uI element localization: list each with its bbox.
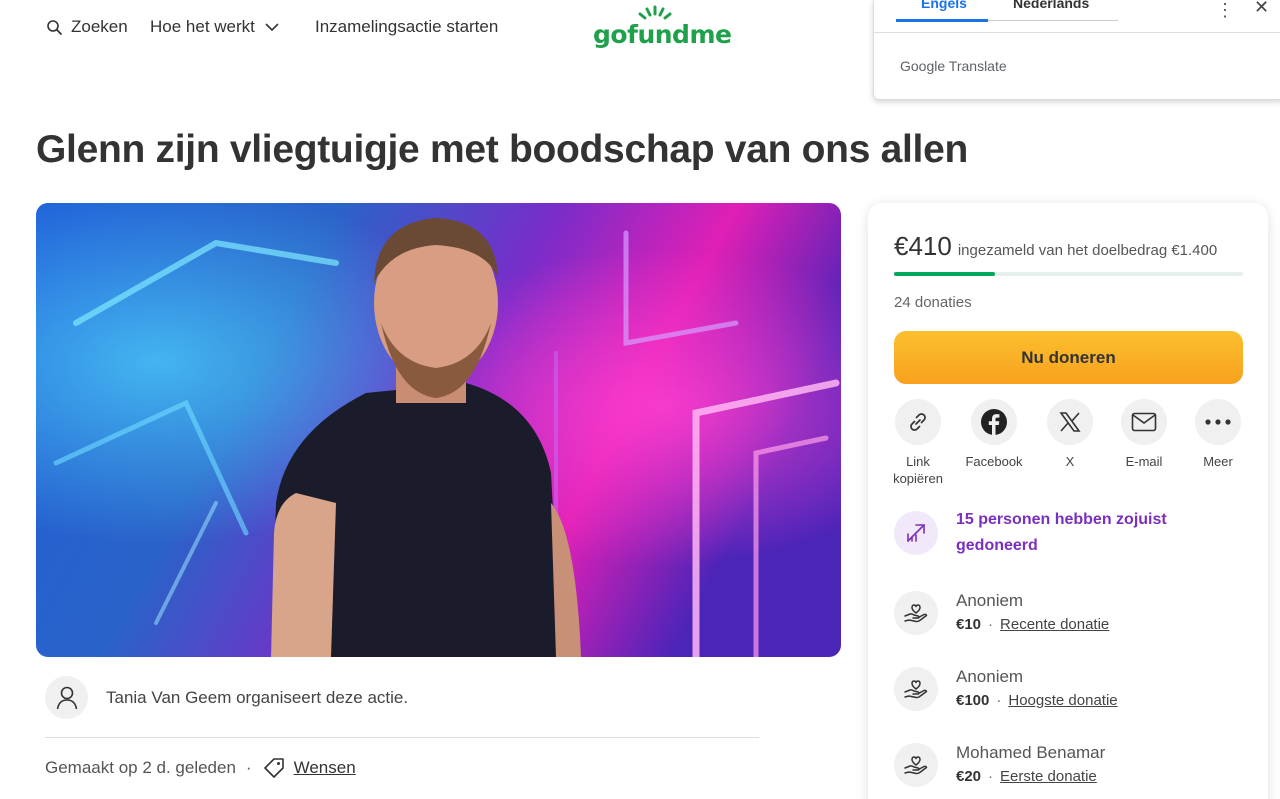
donation-amount: €20 [956,768,982,785]
active-tab-indicator [896,19,988,22]
donor-name: Mohamed Benamar [956,743,1106,762]
donor-name: Anoniem [956,667,1024,686]
donor-avatar [894,667,938,711]
amount-goal-text: ingezameld van het doelbedrag €1.400 [957,242,1218,259]
recent-donations-notice: 15 personen hebben zojuist gedoneerd [894,511,1206,559]
separator: · [996,692,1002,709]
divider [45,737,759,738]
user-icon [56,686,77,709]
page-title: Glenn zijn vliegtuigje met boodschap van… [36,128,968,171]
heart-hand-icon [904,680,928,699]
share-copy-link-circle [895,399,941,445]
donate-button[interactable]: Nu doneren [894,331,1243,384]
donation-amount: €100 [956,692,990,709]
avatar [45,676,88,719]
share-x[interactable]: X [1035,399,1105,470]
wishes-link[interactable]: Wensen [294,758,356,778]
share-label: Meer [1203,454,1233,469]
separator: · [988,768,994,785]
start-fundraiser-link[interactable]: Inzamelingsactie starten [315,17,498,37]
facebook-icon [981,409,1007,435]
donor-item: Anoniem €10 · Recente donatie [894,591,1109,635]
translate-brand-text: Translate [948,58,1007,74]
heart-hand-icon [904,604,928,623]
organizer: Tania Van Geem organiseert deze actie. [45,676,408,719]
donation-amount: €10 [956,616,982,633]
amount-raised-value: €410 [894,231,952,261]
more-icon [1205,419,1231,425]
donations-count: 24 donaties [894,294,972,311]
tag-icon [263,758,284,778]
share-copy-link[interactable]: Link kopiëren [883,399,953,487]
share-email[interactable]: E-mail [1109,399,1179,470]
donor-item: Mohamed Benamar €20 · Eerste donatie [894,743,1105,787]
donor-avatar [894,743,938,787]
donation-tag-link[interactable]: Eerste donatie [1000,768,1097,785]
created-text: Gemaakt op 2 d. geleden [45,758,236,777]
share-more[interactable]: Meer [1183,399,1253,470]
share-email-circle [1121,399,1167,445]
separator: · [988,616,994,633]
google-brand-text: Google [900,58,946,74]
campaign-hero-image [36,203,841,657]
progress-bar [894,272,1243,276]
trending-icon-circle [894,511,938,555]
chevron-down-icon [265,23,279,32]
organizer-text: Tania Van Geem organiseert deze actie. [106,687,409,707]
how-it-works-label: Hoe het werkt [150,17,255,36]
amount-raised: €410 ingezameld van het doelbedrag €1.40… [894,231,1217,262]
more-options-icon[interactable]: ⋮ [1216,0,1234,21]
logo-text: gofundme [593,20,732,49]
search-label: Zoeken [71,17,128,36]
donor-item: Anoniem €100 · Hoogste donatie [894,667,1118,711]
tab-dutch[interactable]: Nederlands [1013,0,1089,11]
search-icon [47,19,62,35]
start-fundraiser-label: Inzamelingsactie starten [315,17,499,36]
mail-icon [1131,412,1157,432]
recent-donations-text: 15 personen hebben zojuist gedoneerd [956,511,1167,554]
donation-tag-link[interactable]: Hoogste donatie [1008,692,1117,709]
share-label: Facebook [965,454,1023,469]
how-it-works-menu[interactable]: Hoe het werkt [150,17,279,37]
translate-tabs: Engels Nederlands ⋮ ✕ [874,0,1280,33]
donor-avatar [894,591,938,635]
x-icon [1059,412,1081,432]
progress-bar-fill [894,272,996,276]
share-facebook-circle [971,399,1017,445]
share-more-circle [1195,399,1241,445]
google-translate-panel: Engels Nederlands ⋮ ✕ Google Translate [873,0,1280,100]
meta-separator: · [245,758,252,777]
top-navigation: Zoeken Hoe het werkt Inzamelingsactie st… [0,0,870,58]
heart-hand-icon [904,756,928,775]
donor-name: Anoniem [956,591,1024,610]
link-icon [910,413,926,431]
donation-tag-link[interactable]: Recente donatie [1000,616,1109,633]
campaign-meta: Gemaakt op 2 d. geleden · Wensen [45,756,356,780]
close-icon[interactable]: ✕ [1254,0,1269,18]
share-label: E-mail [1125,454,1163,469]
share-facebook[interactable]: Facebook [959,399,1029,470]
tab-divider [988,20,1118,21]
share-x-circle [1047,399,1093,445]
share-label: X [1065,454,1075,469]
google-translate-brand: Google Translate [900,58,1007,74]
gofundme-logo[interactable]: gofundme [593,4,732,50]
donation-card: €410 ingezameld van het doelbedrag €1.40… [868,203,1268,799]
tab-english[interactable]: Engels [921,0,967,11]
trending-up-icon [907,524,925,542]
search-link[interactable]: Zoeken [46,17,128,37]
share-label: Link kopiëren [893,454,943,486]
